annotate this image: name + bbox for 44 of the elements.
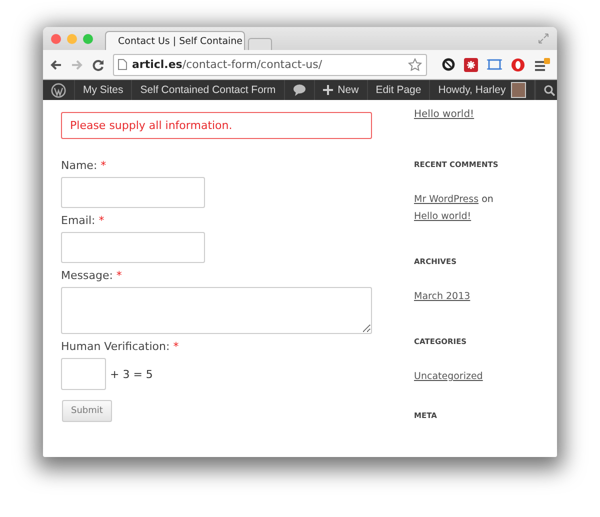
wordpress-logo-icon <box>51 82 66 98</box>
post-link[interactable]: Hello world! <box>414 211 472 222</box>
post-link[interactable]: Hello world! <box>414 109 474 120</box>
speech-bubble-icon <box>292 84 306 96</box>
widget-link[interactable]: Uncategorized <box>414 371 483 382</box>
message-field[interactable] <box>61 287 372 334</box>
text-field[interactable] <box>61 232 205 263</box>
star-icon[interactable] <box>408 58 422 72</box>
field-label: Name: * <box>61 159 106 172</box>
field-label: Human Verification: * <box>61 340 179 353</box>
menu-icon[interactable] <box>534 58 550 72</box>
new-menu[interactable]: New <box>314 80 368 100</box>
field-label: Message: * <box>61 269 122 282</box>
address-bar[interactable]: articl.es/contact-form/contact-us/ <box>113 54 427 76</box>
screen-icon[interactable] <box>487 58 502 71</box>
comment-text: on <box>482 194 494 205</box>
admin-bar-link[interactable]: Self Contained Contact Form <box>132 80 285 100</box>
plus-icon <box>322 85 333 95</box>
author-link[interactable]: Mr WordPress <box>414 194 479 205</box>
math-question: + 3 = 5 <box>110 368 153 380</box>
error-message: Please supply all information. <box>61 112 372 139</box>
admin-bar-link[interactable]: Edit Page <box>368 80 430 100</box>
search-button[interactable] <box>534 80 557 100</box>
widget-link[interactable]: March 2013 <box>414 291 470 302</box>
admin-bar-link[interactable]: My Sites <box>75 80 132 100</box>
tab-title: Contact Us | Self Containe <box>118 36 243 46</box>
extension-icon[interactable] <box>442 58 455 71</box>
answer-field[interactable] <box>61 358 106 390</box>
account-menu[interactable]: Howdy, Harley <box>430 80 535 100</box>
search-icon <box>544 84 555 96</box>
avatar <box>510 82 526 98</box>
submit-button[interactable]: Submit <box>62 400 112 422</box>
fullscreen-icon[interactable] <box>538 33 549 44</box>
menu-label: New <box>338 84 359 96</box>
reload-icon[interactable] <box>92 58 104 70</box>
close-button[interactable] <box>51 34 61 44</box>
greeting-text: Howdy, Harley <box>438 84 506 96</box>
text-field[interactable] <box>61 177 205 208</box>
field-label: Email: * <box>61 214 104 227</box>
url-text: articl.es/contact-form/contact-us/ <box>132 58 322 71</box>
browser-tab[interactable]: Contact Us | Self Containe <box>105 31 245 50</box>
page-icon <box>118 59 127 70</box>
forward-icon[interactable] <box>71 58 83 70</box>
back-icon[interactable] <box>50 58 62 70</box>
